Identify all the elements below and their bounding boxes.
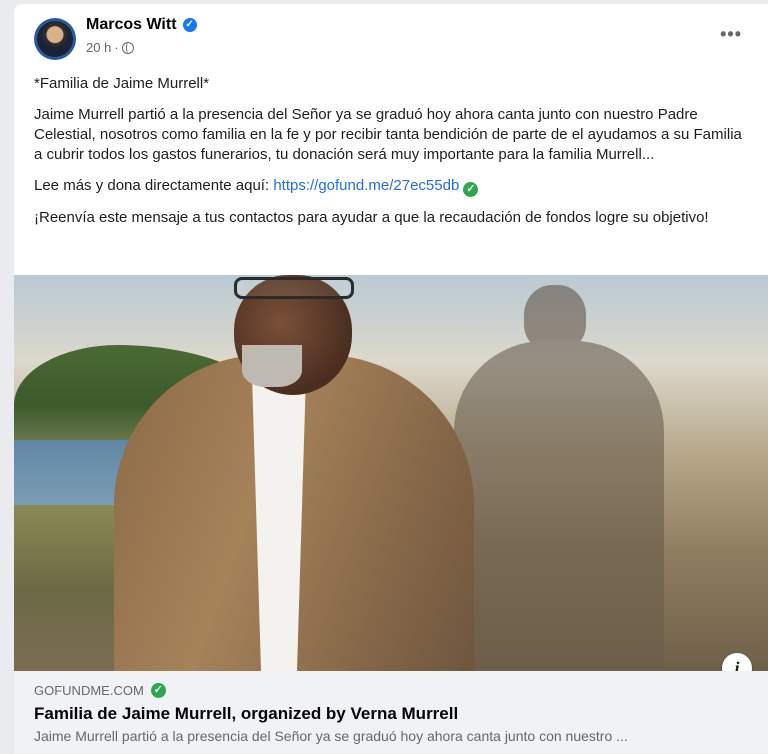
domain-check-icon: ✓ (150, 683, 166, 698)
link-title[interactable]: Familia de Jaime Murrell, organized by V… (34, 704, 748, 724)
more-options-icon[interactable]: ••• (720, 24, 742, 45)
author-name[interactable]: Marcos Witt (86, 16, 177, 34)
author-name-row: Marcos Witt ✓ (86, 16, 197, 34)
post-card: Marcos Witt ✓ 20 h · ••• *Familia de Jai… (14, 4, 768, 754)
post-paragraph: Jaime Murrell partió a la presencia del … (34, 106, 742, 163)
green-check-icon: ✓ (463, 182, 479, 197)
post-photo[interactable]: i (14, 275, 768, 671)
globe-icon[interactable] (121, 41, 134, 54)
info-icon[interactable]: i (722, 653, 752, 671)
post-header: Marcos Witt ✓ 20 h · ••• (14, 4, 768, 68)
gofundme-link[interactable]: https://gofund.me/27ec55db (273, 177, 459, 194)
verified-badge-icon: ✓ (182, 18, 197, 32)
post-meta: 20 h · (86, 40, 134, 55)
link-domain: GOFUNDME.COM (34, 683, 144, 698)
link-domain-row: GOFUNDME.COM ✓ (34, 683, 748, 698)
portrait-man (114, 275, 494, 671)
forward-text: ¡Reenvía este mensaje a tus contactos pa… (34, 209, 709, 226)
post-time[interactable]: 20 h (86, 40, 111, 55)
author-avatar[interactable] (34, 18, 76, 60)
cta-line: Lee más y dona directamente aquí: https:… (34, 176, 754, 197)
post-title-line: *Familia de Jaime Murrell* (34, 75, 210, 92)
link-description: Jaime Murrell partió a la presencia del … (34, 728, 628, 744)
meta-separator: · (114, 40, 119, 55)
link-preview[interactable]: GOFUNDME.COM ✓ Familia de Jaime Murrell,… (14, 671, 768, 754)
cta-prefix: Lee más y dona directamente aquí: (34, 177, 274, 194)
post-body: *Familia de Jaime Murrell* Jaime Murrell… (34, 74, 754, 239)
